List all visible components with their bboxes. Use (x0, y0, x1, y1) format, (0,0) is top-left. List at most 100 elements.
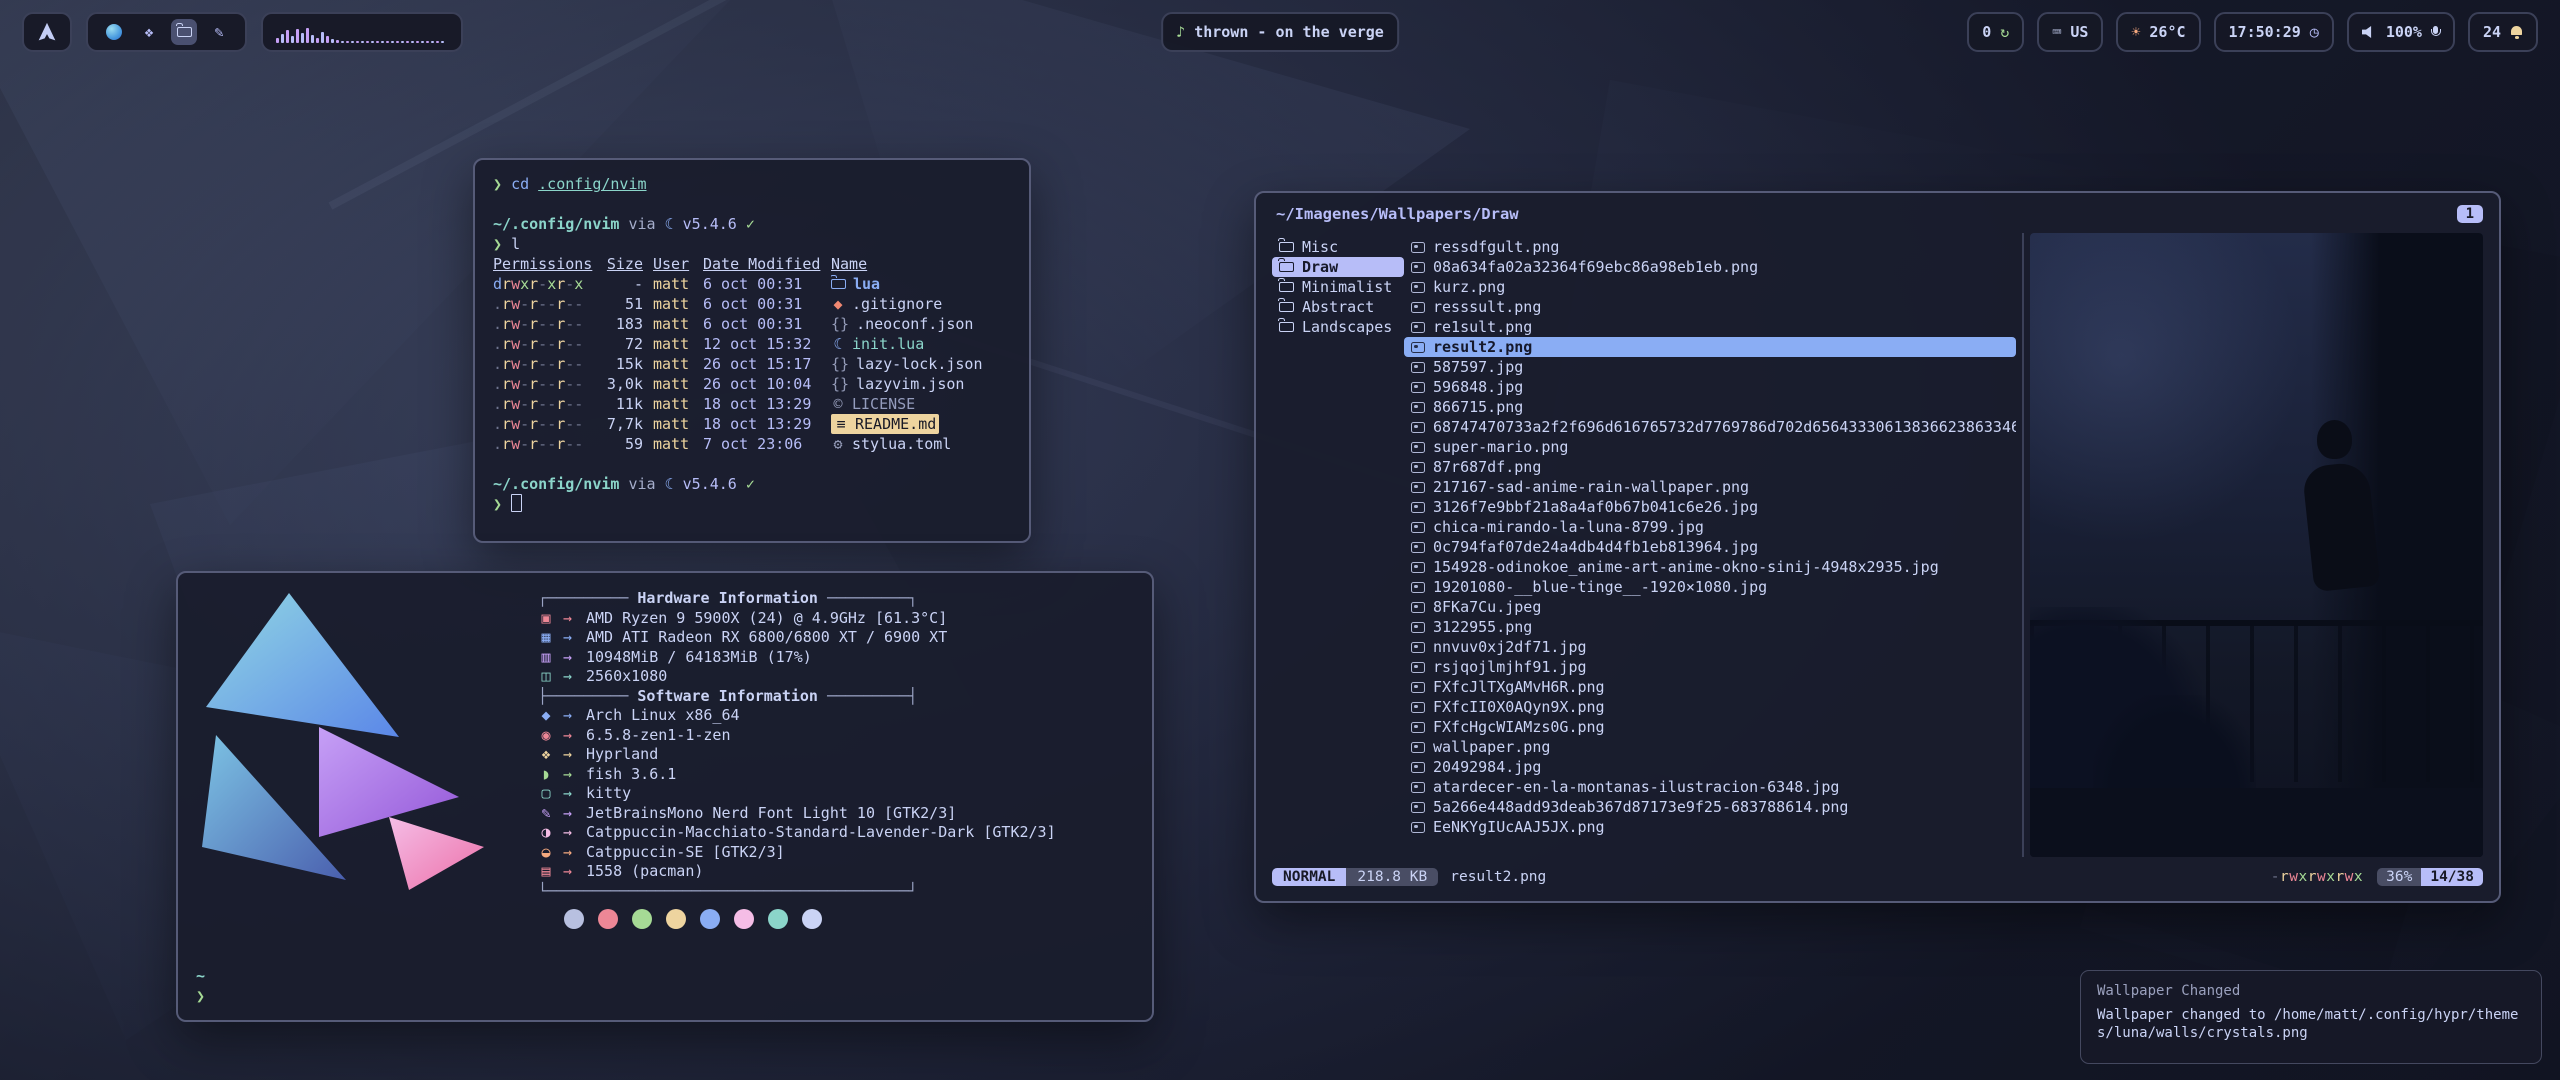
file-item[interactable]: 5a266e448add93deab367d87173e9f25-6837886… (1404, 797, 2016, 817)
fetch-value: Arch Linux x86_64 (586, 706, 740, 726)
arch-logo-icon (37, 21, 57, 43)
file-item[interactable]: 20492984.jpg (1404, 757, 2016, 777)
notifications-module[interactable]: 24 (2468, 12, 2538, 52)
file-name: .neoconf.json (856, 314, 973, 334)
sidebar-item-landscapes[interactable]: Landscapes (1272, 317, 1404, 337)
prompt-char: ❯ (196, 987, 205, 1005)
file-name: 8FKa7Cu.jpeg (1433, 597, 1541, 617)
file-item[interactable]: wallpaper.png (1404, 737, 2016, 757)
visualizer-bar (281, 34, 284, 43)
file-item[interactable]: kurz.png (1404, 277, 2016, 297)
status-bar: NORMAL 218.8 KB result2.png -rwxrwxrwx 3… (1272, 865, 2483, 889)
file-item[interactable]: 08a634fa02a32364f69ebc86a98eb1eb.png (1404, 257, 2016, 277)
volume-module[interactable]: 100% (2347, 12, 2455, 52)
visualizer-bar (416, 41, 419, 43)
file-item[interactable]: rsjqojlmjhf91.jpg (1404, 657, 2016, 677)
search-highlight: ≡README.md (831, 414, 939, 434)
image-icon (1411, 282, 1425, 293)
markdown-icon: ≡ (834, 414, 848, 434)
media-module[interactable]: ♪ thrown - on the verge (1161, 12, 1399, 52)
file-item[interactable]: chica-mirando-la-luna-8799.jpg (1404, 517, 2016, 537)
workspace-firefox[interactable] (101, 19, 127, 45)
file-name: 5a266e448add93deab367d87173e9f25-6837886… (1433, 797, 1848, 817)
file-item[interactable]: 866715.png (1404, 397, 2016, 417)
file-item[interactable]: 8FKa7Cu.jpeg (1404, 597, 2016, 617)
file-item[interactable]: result2.png (1404, 337, 2016, 357)
ls-date: 7 oct 23:06 (703, 434, 821, 454)
file-name: .gitignore (852, 294, 942, 314)
arrow-icon: → (563, 765, 577, 785)
‎design-icon: ✎ (214, 23, 223, 41)
keyboard-layout-module[interactable]: ⌨ US (2037, 12, 2103, 52)
palette-dot (598, 909, 618, 929)
launcher-button[interactable] (22, 12, 72, 52)
arrow-icon: → (563, 784, 577, 804)
git-icon: ◆ (831, 294, 845, 314)
tab-badge[interactable]: 1 (2457, 205, 2483, 223)
section-box-bottom: └───────────────────────────────────────… (538, 882, 1056, 902)
ls-header: User (653, 254, 693, 274)
ls-user: matt (653, 354, 693, 374)
file-item[interactable]: 154928-odinokoe_anime-art-anime-okno-sin… (1404, 557, 2016, 577)
sidebar-item-misc[interactable]: Misc (1272, 237, 1404, 257)
file-item[interactable]: FXfcII0X0AQyn9X.png (1404, 697, 2016, 717)
ls-user: matt (653, 434, 693, 454)
file-item[interactable]: 19201080-__blue-tinge__-1920×1080.jpg (1404, 577, 2016, 597)
lua-icon: ☾ (831, 334, 845, 354)
sidebar-item-draw[interactable]: Draw (1272, 257, 1404, 277)
file-item[interactable]: 68747470733a2f2f696d616765732d7769786d70… (1404, 417, 2016, 437)
clock-module[interactable]: 17:50:29 ◷ (2214, 12, 2334, 52)
terminal-icon: ▢ (538, 784, 554, 804)
file-item[interactable]: 3126f7e9bbf21a8a4af0b67b041c6e26.jpg (1404, 497, 2016, 517)
cwd-path: ~ (196, 967, 205, 985)
ls-date: 6 oct 00:31 (703, 294, 821, 314)
file-item[interactable]: nnvuv0xj2df71.jpg (1404, 637, 2016, 657)
sidebar-item-minimalist[interactable]: Minimalist (1272, 277, 1404, 297)
file-item[interactable]: 3122955.png (1404, 617, 2016, 637)
file-item[interactable]: EeNKYgIUcAAJ5JX.png (1404, 817, 2016, 837)
file-item[interactable]: 87r687df.png (1404, 457, 2016, 477)
file-item[interactable]: FXfcHgcWIAMzs0G.png (1404, 717, 2016, 737)
fetch-value: Hyprland (586, 745, 658, 765)
visualizer-bar (401, 41, 404, 43)
ls-name: ☾init.lua (831, 334, 1011, 354)
notification-popup[interactable]: Wallpaper Changed Wallpaper changed to /… (2080, 970, 2542, 1064)
fetch-row: ▢→kitty (538, 784, 1056, 804)
file-item[interactable]: ressdfgult.png (1404, 237, 2016, 257)
file-item[interactable]: re1sult.png (1404, 317, 2016, 337)
ls-date: 6 oct 00:31 (703, 314, 821, 334)
folder-icon (1279, 262, 1294, 272)
file-item[interactable]: 217167-sad-anime-rain-wallpaper.png (1404, 477, 2016, 497)
visualizer-bar (376, 41, 379, 43)
ls-permissions: .rw-r--r-- (493, 394, 593, 414)
visualizer-module[interactable] (261, 12, 463, 52)
ls-user: matt (653, 414, 693, 434)
keyboard-icon: ⌨ (2052, 23, 2061, 41)
ls-name: ◆ .gitignore (831, 294, 1011, 314)
file-item[interactable]: atardecer-en-la-montanas-ilustracion-634… (1404, 777, 2016, 797)
file-item[interactable]: 596848.jpg (1404, 377, 2016, 397)
file-item[interactable]: FXfcJlTXgAMvH6R.png (1404, 677, 2016, 697)
workspace-chat[interactable]: ❖ (136, 19, 162, 45)
file-name: LICENSE (852, 394, 915, 414)
file-name: 20492984.jpg (1433, 757, 1541, 777)
updates-module[interactable]: 0 ↻ (1967, 12, 2024, 52)
file-item[interactable]: 0c794faf07de24a4db4d4fb1eb813964.jpg (1404, 537, 2016, 557)
workspace-files[interactable] (171, 19, 197, 45)
license-icon: © (831, 394, 845, 414)
visualizer-bar (321, 32, 324, 43)
prompt-char: ❯ (493, 175, 502, 193)
sidebar-item-abstract[interactable]: Abstract (1272, 297, 1404, 317)
file-item[interactable]: super-mario.png (1404, 437, 2016, 457)
position-badge: 14/38 (2421, 868, 2483, 886)
file-item[interactable]: 587597.jpg (1404, 357, 2016, 377)
image-icon (1411, 502, 1425, 513)
lua-icon: ☾ (665, 475, 674, 493)
image-icon (1411, 442, 1425, 453)
ls-date: 26 oct 15:17 (703, 354, 821, 374)
file-item[interactable]: resssult.png (1404, 297, 2016, 317)
workspace-design[interactable]: ✎ (206, 19, 232, 45)
image-icon (1411, 642, 1425, 653)
weather-module[interactable]: ☀ 26°C (2116, 12, 2200, 52)
breadcrumb: ~/Imagenes/Wallpapers/Draw 1 (1276, 205, 2483, 223)
